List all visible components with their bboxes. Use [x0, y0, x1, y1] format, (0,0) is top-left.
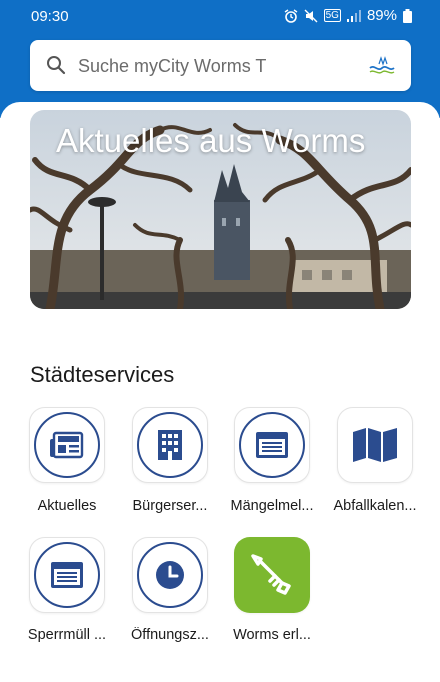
signal-icon	[346, 9, 361, 22]
service-label-buergerservice: Bürgerser...	[132, 498, 208, 514]
news-banner-title: Aktuelles aus Worms	[56, 122, 366, 159]
building-icon	[158, 430, 182, 460]
service-tile-maengelmelder[interactable]	[234, 407, 310, 483]
search-icon	[47, 56, 66, 75]
battery-icon	[403, 8, 412, 23]
service-label-maengelmelder: Mängelmel...	[230, 498, 314, 514]
form-icon	[51, 562, 83, 588]
alarm-icon	[284, 8, 298, 23]
service-tile-aktuelles[interactable]	[29, 407, 105, 483]
service-tile-abfallkalender[interactable]	[337, 407, 413, 483]
service-label-sperrmuell: Sperrmüll ...	[27, 627, 107, 643]
mute-icon	[304, 9, 318, 22]
service-label-aktuelles: Aktuelles	[37, 498, 97, 514]
map-icon	[353, 428, 397, 462]
service-tile-buergerservice[interactable]	[132, 407, 208, 483]
status-bar: 09:30 5G 89%	[0, 0, 440, 34]
clock-icon	[156, 561, 184, 589]
form-icon	[256, 432, 288, 458]
service-tile-sperrmuell[interactable]	[29, 537, 105, 613]
service-tile-oeffnungszeiten[interactable]	[132, 537, 208, 613]
worms-logo-icon	[369, 56, 395, 74]
status-icons: 5G 89%	[284, 7, 412, 24]
service-label-oeffnungszeiten: Öffnungsz...	[131, 627, 209, 643]
network-type: 5G	[323, 9, 341, 22]
service-label-worms-erleben: Worms erl...	[233, 627, 311, 643]
service-tile-worms-erleben[interactable]	[234, 537, 310, 613]
service-label-abfallkalender: Abfallkalen...	[333, 498, 417, 514]
services-heading: Städteservices	[30, 362, 175, 387]
status-time: 09:30	[31, 8, 69, 25]
newspaper-icon	[50, 431, 84, 459]
key-icon	[251, 554, 291, 595]
search-input[interactable]: Suche myCity Worms T	[78, 56, 266, 77]
news-banner[interactable]: Aktuelles aus Worms	[30, 110, 411, 309]
search-bar[interactable]: Suche myCity Worms T	[30, 40, 411, 91]
battery-level: 89%	[366, 7, 397, 24]
